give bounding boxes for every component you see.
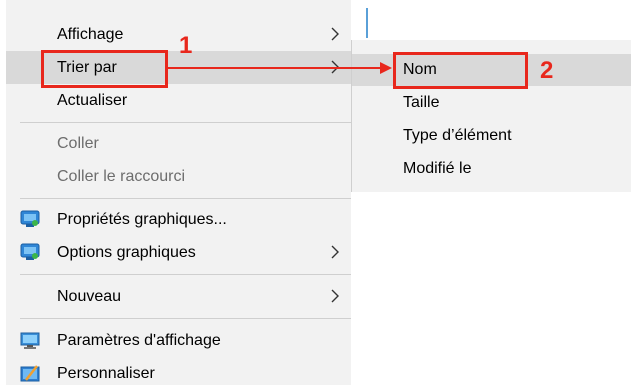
intel-graphics-icon xyxy=(20,210,40,227)
menu-item-parametres-affichage[interactable]: Paramètres d'affichage xyxy=(6,324,351,357)
menu-item-label: Paramètres d'affichage xyxy=(57,331,221,349)
menu-item-options-graphiques[interactable]: Options graphiques xyxy=(6,236,351,269)
menu-item-coller[interactable]: Coller xyxy=(6,127,351,160)
chevron-right-icon xyxy=(331,289,339,303)
menu-item-label: Propriétés graphiques... xyxy=(57,210,227,228)
submenu-item-type-element[interactable]: Type d’élément xyxy=(352,120,631,152)
menu-separator xyxy=(20,198,351,199)
annotation-box-1 xyxy=(41,50,168,88)
menu-item-label: Options graphiques xyxy=(57,243,196,261)
menu-item-label: Coller xyxy=(57,134,99,152)
menu-item-label: Nouveau xyxy=(57,287,122,305)
menu-separator xyxy=(20,318,351,319)
menu-item-label: Personnaliser xyxy=(57,364,155,382)
menu-item-label: Affichage xyxy=(57,25,124,43)
menu-separator xyxy=(20,274,351,275)
monitor-icon xyxy=(20,332,40,349)
menu-item-actualiser[interactable]: Actualiser xyxy=(6,84,351,117)
menu-item-label: Coller le raccourci xyxy=(57,167,186,185)
menu-item-nouveau[interactable]: Nouveau xyxy=(6,280,351,313)
menu-item-proprietes-graphiques[interactable]: Propriétés graphiques... xyxy=(6,203,351,236)
chevron-right-icon xyxy=(331,27,339,41)
submenu-item-label: Type d’élément xyxy=(403,127,512,144)
chevron-right-icon xyxy=(331,60,339,74)
annotation-box-2 xyxy=(393,52,528,89)
annotation-number-1: 1 xyxy=(179,32,193,59)
menu-item-label: Actualiser xyxy=(57,91,128,109)
submenu-item-label: Taille xyxy=(403,94,440,111)
submenu-item-taille[interactable]: Taille xyxy=(352,87,631,119)
text-cursor xyxy=(366,8,368,38)
chevron-right-icon xyxy=(331,245,339,259)
personalize-icon xyxy=(20,365,40,382)
menu-separator xyxy=(20,122,351,123)
menu-item-personnaliser[interactable]: Personnaliser xyxy=(6,357,351,390)
intel-graphics-icon xyxy=(20,243,40,260)
submenu-item-label: Modifié le xyxy=(403,160,472,177)
menu-item-coller-raccourci[interactable]: Coller le raccourci xyxy=(6,160,351,193)
submenu-item-modifie-le[interactable]: Modifié le xyxy=(352,153,631,185)
annotation-number-2: 2 xyxy=(540,57,554,84)
